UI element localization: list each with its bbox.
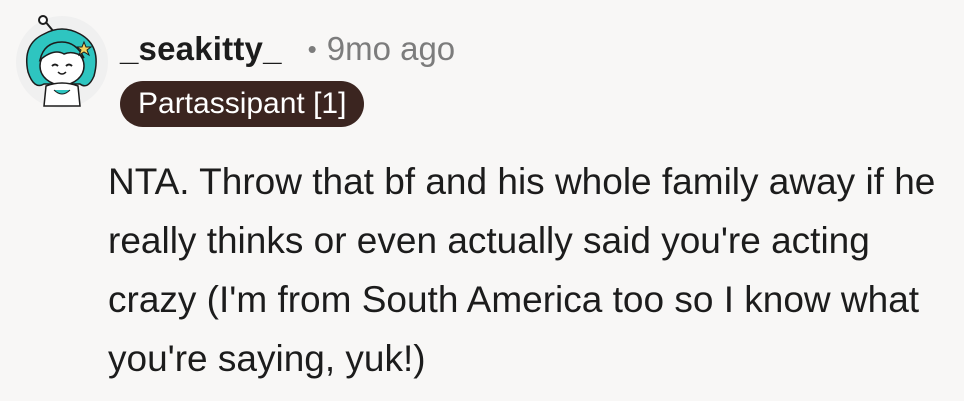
snoo-avatar-icon xyxy=(16,15,108,108)
comment-meta: _seakitty_ • 9mo ago xyxy=(120,30,455,68)
user-avatar[interactable] xyxy=(14,14,110,110)
timestamp[interactable]: 9mo ago xyxy=(327,30,455,68)
comment-body: NTA. Throw that bf and his whole family … xyxy=(108,161,936,379)
username-link[interactable]: _seakitty_ xyxy=(120,30,282,68)
meta-separator: • xyxy=(307,33,317,64)
user-flair-badge: Partassipant [1] xyxy=(120,81,365,127)
comment: _seakitty_ • 9mo ago Partassipant [1] NT… xyxy=(0,0,964,401)
